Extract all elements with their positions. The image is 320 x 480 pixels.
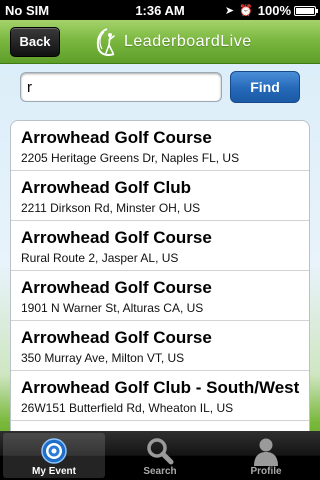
list-item[interactable]: Arrowhead Golf Club 2211 Dirkson Rd, Min… (11, 171, 309, 221)
list-item[interactable]: Arrowhead Golf Course 1901 N Warner St, … (11, 271, 309, 321)
back-button[interactable]: Back (10, 27, 60, 57)
search-input[interactable] (20, 72, 222, 102)
target-icon (41, 438, 67, 464)
list-item[interactable]: Arrowhead Golf Club - South/West 26W151 … (11, 371, 309, 421)
find-button[interactable]: Find (230, 71, 300, 103)
course-address: 2205 Heritage Greens Dr, Naples FL, US (21, 151, 240, 165)
magnifier-icon (147, 438, 174, 465)
list-item[interactable]: Arrowhead Golf Course Rural Route 2, Jas… (11, 221, 309, 271)
tab-label: Profile (250, 466, 282, 477)
golfer-logo-icon (96, 28, 115, 56)
tab-label: My Event (32, 466, 76, 477)
battery-icon (294, 5, 318, 16)
alarm-icon: ⏰ (239, 5, 253, 17)
course-name: Arrowhead Golf Course (21, 328, 212, 347)
course-name: Arrowhead Golf Course (21, 228, 212, 247)
tab-my-event[interactable]: My Event (3, 433, 105, 478)
brand-name: LeaderboardLive (124, 33, 252, 50)
course-address: 350 Murray Ave, Milton VT, US (21, 351, 185, 365)
tab-label: Search (143, 466, 177, 477)
list-item[interactable]: Arrowhead Golf Course 350 Murray Ave, Mi… (11, 321, 309, 371)
battery-percent: 100% (257, 3, 291, 18)
nav-bar: Back LeaderboardLive (0, 20, 320, 64)
person-icon (254, 438, 278, 466)
course-name: Arrowhead Golf Club - South/West (21, 378, 300, 397)
course-name: Arrowhead Golf Course (21, 128, 212, 147)
tab-search[interactable]: Search (109, 433, 211, 478)
status-indicators: ➤ ⏰ 100% (224, 3, 318, 18)
location-arrow-icon: ➤ (224, 5, 235, 17)
course-name: Arrowhead Golf Club (21, 178, 191, 197)
course-address: 2211 Dirkson Rd, Minster OH, US (21, 201, 201, 215)
course-address: Rural Route 2, Jasper AL, US (21, 251, 179, 265)
course-address: 26W151 Butterfield Rd, Wheaton IL, US (21, 401, 234, 415)
tab-profile[interactable]: Profile (215, 433, 317, 478)
app-screen: No SIM 1:36 AM ➤ ⏰ 100% Back Leaderboard… (0, 0, 320, 480)
tab-bar: My Event Search Profile (0, 431, 320, 480)
results-list: Arrowhead Golf Course 2205 Heritage Gree… (10, 120, 310, 432)
course-name: Arrowhead Golf Course (21, 278, 212, 297)
status-bar: No SIM 1:36 AM ➤ ⏰ 100% (0, 0, 320, 20)
course-address: 1901 N Warner St, Alturas CA, US (21, 301, 204, 315)
list-item[interactable]: Arrowhead Golf Course 2205 Heritage Gree… (11, 121, 309, 171)
